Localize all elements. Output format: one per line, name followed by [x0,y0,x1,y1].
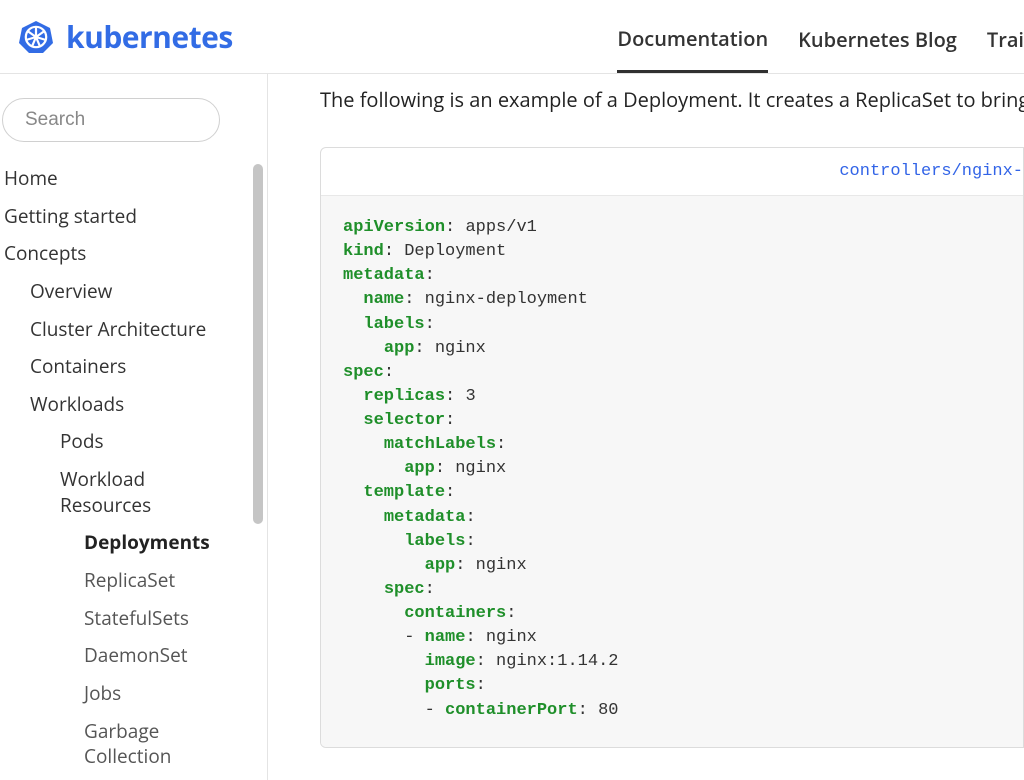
sidebar-scrollbar-thumb[interactable] [253,164,263,524]
nav-documentation[interactable]: Documentation [617,1,768,73]
nav-training[interactable]: Trai [987,2,1024,71]
top-nav: Documentation Kubernetes Blog Trai [617,0,1024,73]
sidebar-item-jobs[interactable]: Jobs [0,675,251,713]
content: The following is an example of a Deploym… [268,74,1024,780]
sidebar-item-home[interactable]: Home [0,160,251,198]
sidebar-item-garbage-collection[interactable]: Garbage Collection [0,713,140,776]
code-card-header: controllers/nginx- [321,148,1023,195]
sidebar: Home Getting started Concepts Overview C… [0,74,268,780]
sidebar-scroll: Home Getting started Concepts Overview C… [0,160,267,780]
sidebar-item-concepts[interactable]: Concepts [0,235,251,273]
file-link[interactable]: controllers/nginx- [839,162,1023,181]
intro-text: The following is an example of a Deploym… [320,86,1024,113]
sidebar-scrollbar[interactable] [253,164,263,776]
sidebar-item-getting-started[interactable]: Getting started [0,198,251,236]
sidebar-item-cluster-architecture[interactable]: Cluster Architecture [0,311,251,349]
sidebar-item-daemonset[interactable]: DaemonSet [0,637,251,675]
brand-name: kubernetes [66,16,233,57]
sidebar-item-replicaset[interactable]: ReplicaSet [0,562,251,600]
sidebar-item-workload-resources[interactable]: Workload Resources [0,461,178,524]
kubernetes-logo-icon [18,19,54,55]
search-input[interactable] [25,109,270,131]
nav-blog[interactable]: Kubernetes Blog [798,2,957,71]
sidebar-item-statefulsets[interactable]: StatefulSets [0,600,251,638]
sidebar-item-containers[interactable]: Containers [0,348,251,386]
code-card: controllers/nginx- apiVersion: apps/v1 k… [320,147,1024,748]
search-box[interactable] [2,98,220,142]
sidebar-item-overview[interactable]: Overview [0,273,251,311]
sidebar-item-deployments[interactable]: Deployments [0,524,251,562]
top-bar: kubernetes Documentation Kubernetes Blog… [0,0,1024,74]
sidebar-item-ttl-controller[interactable]: TTL Controller [0,776,251,780]
brand[interactable]: kubernetes [18,16,233,57]
yaml-code-block: apiVersion: apps/v1 kind: Deployment met… [321,195,1023,747]
sidebar-item-workloads[interactable]: Workloads [0,386,251,424]
sidebar-item-pods[interactable]: Pods [0,423,251,461]
